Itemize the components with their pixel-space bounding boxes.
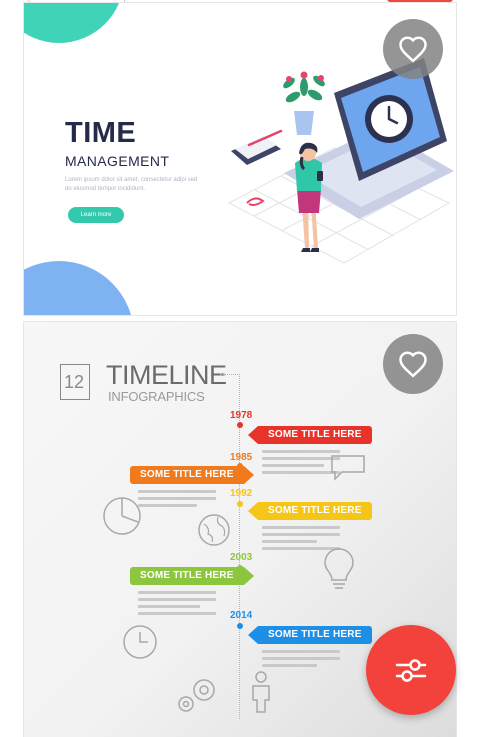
card-image-title: TIMELINE (106, 360, 227, 390)
event-year: 1978 (230, 410, 253, 421)
event-year: 2014 (230, 610, 253, 621)
filter-sliders-icon (395, 659, 427, 682)
event-text-lines (138, 490, 216, 511)
lightbulb-icon (324, 548, 354, 589)
filter-button[interactable] (366, 625, 456, 715)
favorite-button[interactable] (383, 19, 443, 79)
results-feed: TIME MANAGEMENT Lorem ipsum dolor sit am… (0, 0, 479, 737)
event-dot (237, 422, 243, 428)
globe-icon (198, 514, 230, 546)
card-image-learn-more: Learn more (68, 207, 124, 223)
decor-blob-teal (24, 3, 124, 43)
favorite-button[interactable] (383, 334, 443, 394)
card-image-subtitle: MANAGEMENT (65, 153, 170, 169)
laptop-illustration (227, 58, 454, 264)
card-image-subtitle: INFOGRAPHICS (108, 389, 205, 404)
event-title-tag: SOME TITLE HERE (248, 426, 372, 444)
event-text-lines (262, 650, 340, 671)
pie-chart-icon (103, 497, 141, 535)
event-year: 1992 (230, 488, 253, 499)
heart-outline-icon (399, 351, 427, 378)
event-dot (237, 501, 243, 507)
clock-icon (123, 625, 157, 659)
timeline-number: 12 (64, 372, 85, 392)
event-title-tag: SOME TITLE HERE (248, 626, 372, 644)
gears-icon (178, 679, 215, 712)
person-icon (252, 671, 270, 713)
event-year: 1985 (230, 452, 253, 463)
event-dot (237, 623, 243, 629)
event-year: 2003 (230, 552, 253, 563)
timeline-connector (220, 374, 240, 375)
decor-blob-blue (24, 261, 134, 315)
event-title-tag: SOME TITLE HERE (248, 502, 372, 520)
event-title-tag: SOME TITLE HERE (130, 567, 254, 585)
card-image-title: TIME (65, 117, 137, 149)
chat-bubble-icon (331, 455, 365, 481)
event-title-tag: SOME TITLE HERE (130, 466, 254, 484)
result-card-time-management[interactable]: TIME MANAGEMENT Lorem ipsum dolor sit am… (23, 2, 457, 316)
event-text-lines (138, 591, 216, 619)
heart-outline-icon (399, 36, 427, 63)
card-image-body: Lorem ipsum dolor sit amet, consectetur … (65, 177, 198, 192)
